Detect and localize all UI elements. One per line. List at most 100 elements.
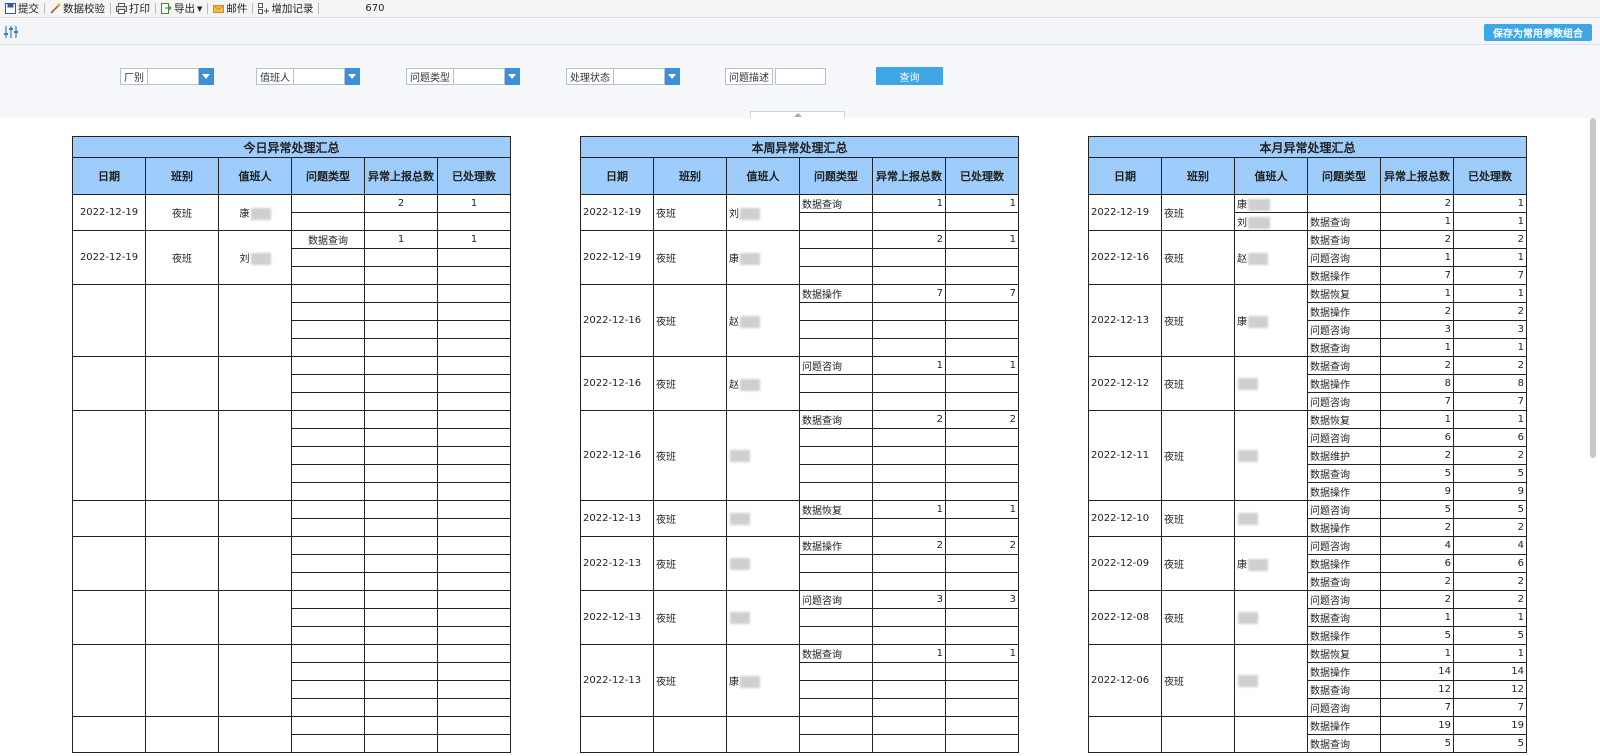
- handled-count-cell: 1: [945, 194, 1019, 213]
- table-row[interactable]: 2022-12-13 夜班 数据恢复 1 1: [580, 500, 1019, 537]
- issue-type-cell: 数据查询: [1307, 356, 1381, 375]
- handled-count-cell: 19: [1453, 716, 1527, 735]
- submit-button[interactable]: 提交: [2, 1, 42, 17]
- redacted-name: [730, 611, 750, 624]
- date-cell: [72, 644, 146, 717]
- table-row[interactable]: 2022-12-13 夜班康数据查询 1 1: [580, 644, 1019, 717]
- shift-cell: 夜班: [653, 356, 727, 411]
- sliders-icon[interactable]: [3, 24, 21, 40]
- chevron-down-icon[interactable]: [665, 68, 680, 85]
- report-count-cell: [364, 248, 438, 267]
- handled-count-cell: 1: [1453, 194, 1527, 213]
- status-select[interactable]: [614, 68, 665, 85]
- table-row[interactable]: [72, 536, 511, 591]
- print-button[interactable]: 打印: [113, 1, 153, 17]
- handled-count-cell: [437, 698, 511, 717]
- table-row[interactable]: 2022-12-16 夜班 数据查询 2 2: [580, 410, 1019, 501]
- person-name: 康: [729, 254, 739, 265]
- duty-person-select[interactable]: [294, 68, 345, 85]
- report-count-cell: [364, 590, 438, 609]
- redacted-name: [740, 316, 760, 328]
- person-cell: [726, 716, 800, 753]
- handled-count-cell: [945, 626, 1019, 645]
- query-button[interactable]: 查询: [876, 67, 943, 85]
- chevron-down-icon[interactable]: [345, 68, 360, 85]
- table-row[interactable]: [72, 500, 511, 537]
- person-cell: 刘: [1234, 212, 1308, 231]
- table-row[interactable]: 2022-12-10 夜班 问题咨询 5 5: [1088, 500, 1527, 537]
- report-count-cell: [364, 716, 438, 735]
- table-row[interactable]: [72, 410, 511, 501]
- table-row[interactable]: 2022-12-13 夜班康数据恢复 1 1: [1088, 284, 1527, 357]
- issue-type-select[interactable]: [454, 68, 505, 85]
- table-row[interactable]: 2022-12-13 夜班 数据操作 2 2: [580, 536, 1019, 591]
- person-cell: [1234, 356, 1308, 411]
- table-row[interactable]: 2022-12-19 夜班康 2 1: [580, 230, 1019, 285]
- table-row[interactable]: 2022-12-19 夜班康 2 1: [72, 194, 511, 231]
- table-row[interactable]: [72, 284, 511, 357]
- report-count-cell: 2: [872, 410, 946, 429]
- report-count-cell: [872, 338, 946, 357]
- report-count-cell: 2: [872, 230, 946, 249]
- table-row[interactable]: 2022-12-09 夜班康问题咨询 4 4: [1088, 536, 1527, 591]
- table-row[interactable]: 数据操作 19 19: [1088, 716, 1527, 753]
- person-name: 康: [1237, 200, 1247, 211]
- add-record-button[interactable]: 增加记录: [255, 1, 316, 17]
- report-count-cell: [364, 626, 438, 645]
- report-count-cell: [364, 662, 438, 681]
- handled-count-cell: [437, 608, 511, 627]
- table-row[interactable]: 2022-12-06 夜班 数据恢复 1 1: [1088, 644, 1527, 717]
- table-row[interactable]: 2022-12-19 夜班刘数据查询 1 1: [580, 194, 1019, 231]
- collapse-toggle[interactable]: [750, 111, 845, 118]
- shift-cell: [145, 500, 219, 537]
- table-row[interactable]: [72, 590, 511, 645]
- issue-desc-input[interactable]: [775, 68, 826, 85]
- factory-label: 厂别: [120, 68, 148, 85]
- issue-type-cell: 数据查询: [1307, 572, 1381, 591]
- report-count-cell: [872, 302, 946, 321]
- handled-count-cell: [945, 464, 1019, 483]
- table-row[interactable]: [72, 716, 511, 753]
- report-count-cell: 5: [1380, 464, 1454, 483]
- redacted-name: [740, 676, 760, 688]
- date-cell: 2022-12-06: [1088, 644, 1162, 717]
- validate-button[interactable]: 数据校验: [47, 1, 108, 17]
- shift-cell: 夜班: [1161, 284, 1235, 357]
- redacted-name: [1238, 377, 1258, 390]
- export-button[interactable]: 导出 ▼: [158, 1, 205, 17]
- report-count-cell: [872, 212, 946, 231]
- table-row[interactable]: 2022-12-16 夜班赵数据操作 7 7: [580, 284, 1019, 357]
- issue-type-cell: [291, 194, 365, 213]
- table-row[interactable]: 2022-12-16 夜班赵问题咨询 1 1: [580, 356, 1019, 411]
- handled-count-cell: 2: [945, 536, 1019, 555]
- redacted-name: [730, 557, 750, 570]
- table-row[interactable]: 2022-12-19 夜班刘数据查询 1 1: [72, 230, 511, 285]
- table-row[interactable]: 2022-12-11 夜班 数据恢复 1 1: [1088, 410, 1527, 501]
- table-row[interactable]: 2022-12-19 夜班康 2 1: [1088, 194, 1527, 231]
- issue-type-cell: [291, 338, 365, 357]
- table-row[interactable]: 2022-12-12 夜班 数据查询 2 2: [1088, 356, 1527, 411]
- issue-type-cell: [291, 734, 365, 753]
- vertical-scrollbar[interactable]: [1590, 118, 1596, 458]
- chevron-down-icon[interactable]: [505, 68, 520, 85]
- mail-button[interactable]: 邮件: [210, 1, 250, 17]
- shift-cell: [653, 716, 727, 753]
- report-count-cell: 2: [872, 536, 946, 555]
- date-cell: [72, 590, 146, 645]
- issue-type-cell: 数据恢复: [799, 500, 873, 519]
- table-row[interactable]: 2022-12-16 夜班赵数据查询 2 2: [1088, 230, 1527, 285]
- report-count-cell: 8: [1380, 374, 1454, 393]
- table-row[interactable]: [580, 716, 1019, 753]
- table-row[interactable]: 2022-12-08 夜班 问题咨询 2 2: [1088, 590, 1527, 645]
- handled-count-cell: 6: [1453, 554, 1527, 573]
- report-count-cell: [872, 608, 946, 627]
- shift-cell: 夜班: [653, 194, 727, 231]
- save-param-combo-button[interactable]: 保存为常用参数组合: [1484, 24, 1592, 41]
- factory-select[interactable]: [148, 68, 199, 85]
- date-cell: 2022-12-19: [580, 194, 654, 231]
- table-row[interactable]: [72, 356, 511, 411]
- chevron-down-icon[interactable]: [199, 68, 214, 85]
- report-count-cell: 1: [1380, 212, 1454, 231]
- table-row[interactable]: 2022-12-13 夜班 问题咨询 3 3: [580, 590, 1019, 645]
- table-row[interactable]: [72, 644, 511, 717]
